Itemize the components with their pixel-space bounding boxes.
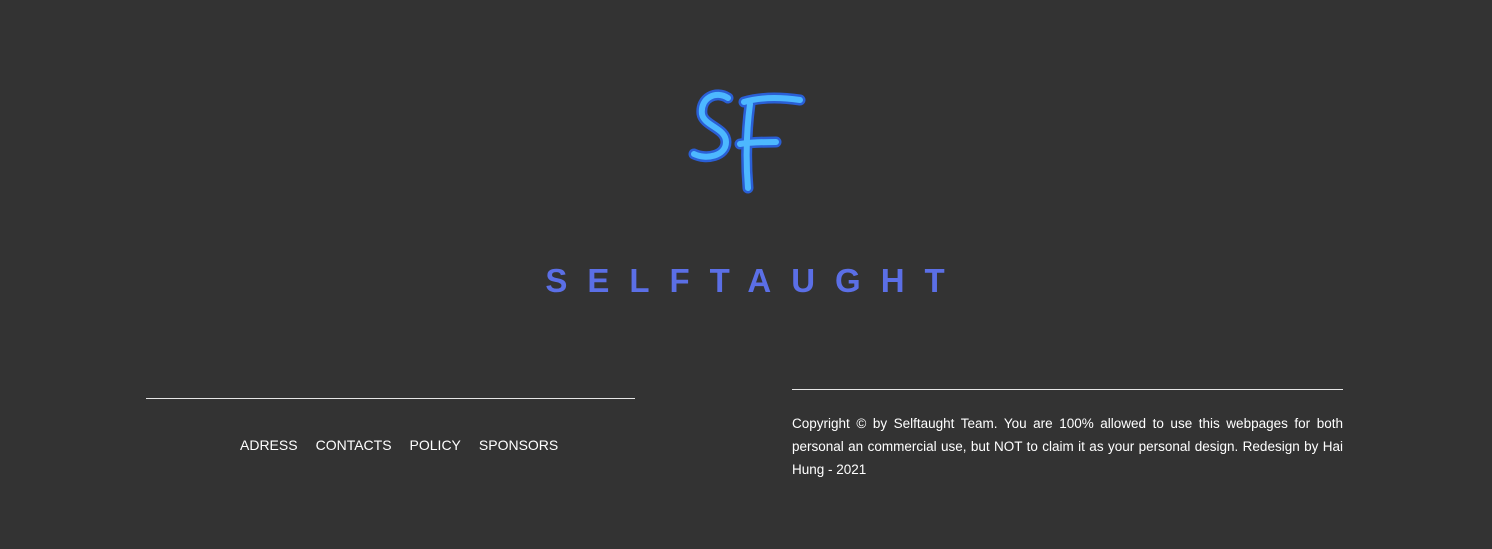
nav-link-contacts[interactable]: CONTACTS: [316, 437, 392, 453]
nav-link-adress[interactable]: ADRESS: [240, 437, 298, 453]
footer-copyright-section: Copyright © by Selftaught Team. You are …: [792, 389, 1343, 495]
left-divider: [146, 398, 635, 399]
right-divider: [792, 389, 1343, 390]
footer-nav-section: ADRESS CONTACTS POLICY SPONSORS: [146, 398, 635, 453]
brand-name: SELFTAUGHT: [545, 262, 965, 299]
copyright-text: Copyright © by Selftaught Team. You are …: [792, 416, 1343, 477]
sf-monogram-logo-icon[interactable]: [686, 84, 810, 196]
nav-link-policy[interactable]: POLICY: [410, 437, 461, 453]
site-footer: SELFTAUGHT ADRESS CONTACTS POLICY SPONSO…: [0, 0, 1492, 549]
footer-nav: ADRESS CONTACTS POLICY SPONSORS: [240, 437, 635, 453]
nav-link-sponsors[interactable]: SPONSORS: [479, 437, 558, 453]
